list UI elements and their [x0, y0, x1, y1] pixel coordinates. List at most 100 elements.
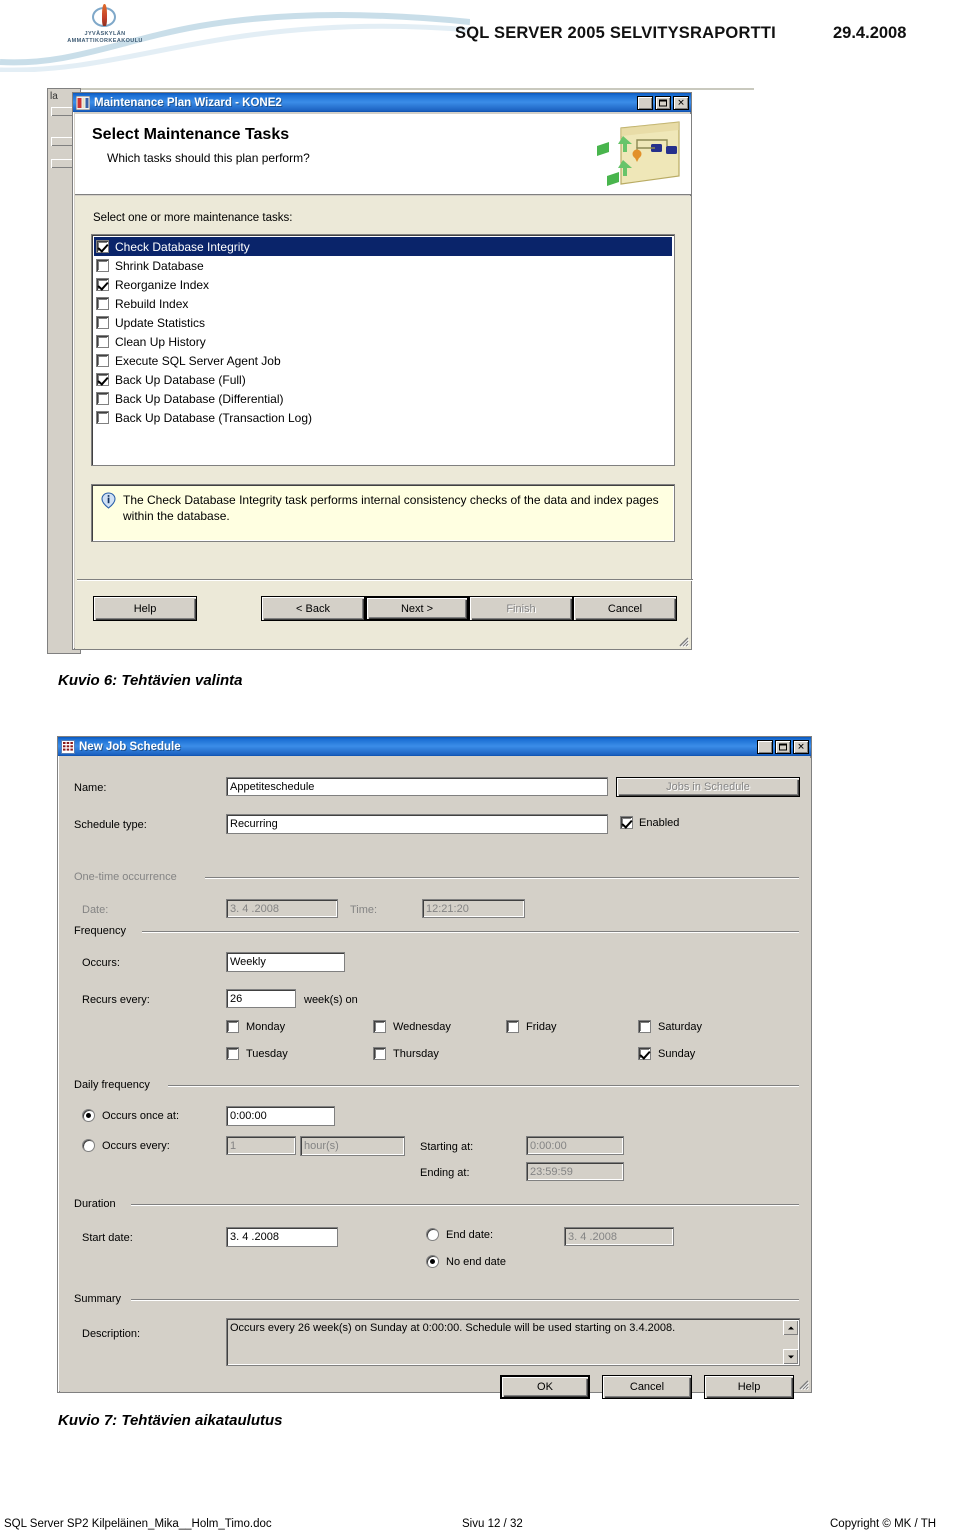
schedule-help-button[interactable]: Help: [704, 1375, 794, 1399]
wednesday-checkbox[interactable]: [373, 1020, 386, 1033]
schedule-app-icon: [61, 739, 75, 754]
schedule-type-label: Schedule type:: [74, 819, 147, 831]
occurs-once-label: Occurs once at:: [102, 1109, 180, 1122]
task-label: Back Up Database (Transaction Log): [115, 410, 312, 425]
start-date-label: Start date:: [82, 1232, 133, 1244]
description-scrollbar[interactable]: [783, 1320, 798, 1364]
resize-grip-icon[interactable]: [677, 635, 689, 647]
end-date-input: 3. 4 .2008: [564, 1227, 674, 1246]
enabled-checkbox[interactable]: [620, 816, 633, 829]
end-date-radio[interactable]: [426, 1228, 439, 1241]
minimize-icon[interactable]: _: [637, 95, 653, 111]
close-icon[interactable]: ✕: [673, 95, 689, 110]
task-label: Update Statistics: [115, 315, 206, 330]
schedule-cancel-button[interactable]: Cancel: [602, 1375, 692, 1399]
task-row[interactable]: Back Up Database (Differential): [94, 389, 672, 408]
task-row[interactable]: Clean Up History: [94, 332, 672, 351]
help-button[interactable]: Help: [93, 596, 197, 621]
task-row[interactable]: Rebuild Index: [94, 294, 672, 313]
enabled-checkbox-row[interactable]: Enabled: [620, 816, 679, 829]
task-row[interactable]: Back Up Database (Full): [94, 370, 672, 389]
cancel-button[interactable]: Cancel: [573, 596, 677, 621]
new-job-schedule-dialog[interactable]: New Job Schedule _ ✕ Name: Appetitesched…: [57, 736, 812, 1399]
day-checkbox-saturday[interactable]: Saturday: [638, 1020, 702, 1033]
next-button[interactable]: Next >: [365, 596, 469, 621]
ok-button[interactable]: OK: [500, 1375, 590, 1399]
thursday-checkbox[interactable]: [373, 1047, 386, 1060]
wizard-banner: Select Maintenance Tasks Which tasks sho…: [75, 114, 691, 195]
jobs-in-schedule-button: Jobs in Schedule: [616, 777, 800, 797]
maintenance-tasks-list[interactable]: Check Database Integrity Shrink Database…: [91, 234, 675, 466]
occurs-select[interactable]: Weekly: [226, 952, 345, 972]
logo-line-2: AMMATTIKORKEAKOULU: [67, 38, 143, 44]
no-end-date-label: No end date: [446, 1255, 506, 1268]
maintenance-plan-wizard-dialog[interactable]: Maintenance Plan Wizard - KONE2 _ ✕ Sele…: [72, 92, 693, 650]
wizard-app-icon: [75, 95, 91, 110]
task-checkbox[interactable]: [96, 335, 109, 348]
start-date-input[interactable]: 3. 4 .2008: [226, 1227, 338, 1247]
day-checkbox-tuesday[interactable]: Tuesday: [226, 1047, 288, 1060]
task-row[interactable]: Shrink Database: [94, 256, 672, 275]
task-checkbox[interactable]: [96, 373, 109, 386]
task-label: Clean Up History: [115, 334, 206, 349]
institution-logo: JYVÄSKYLÄN AMMATTIKORKEAKOULU: [40, 4, 170, 52]
schedule-title-bar[interactable]: New Job Schedule _ ✕: [58, 737, 811, 756]
occurs-once-radio-row[interactable]: Occurs once at:: [82, 1109, 179, 1122]
day-checkbox-monday[interactable]: Monday: [226, 1020, 285, 1033]
frequency-group-label: Frequency: [71, 925, 129, 937]
occurs-once-time-input[interactable]: 0:00:00: [226, 1106, 335, 1126]
summary-description-textarea[interactable]: Occurs every 26 week(s) on Sunday at 0:0…: [226, 1318, 800, 1366]
task-description-text: The Check Database Integrity task perfor…: [123, 493, 659, 523]
task-row[interactable]: Back Up Database (Transaction Log): [94, 408, 672, 427]
task-row[interactable]: Execute SQL Server Agent Job: [94, 351, 672, 370]
task-label: Check Database Integrity: [115, 239, 250, 254]
task-checkbox[interactable]: [96, 411, 109, 424]
monday-checkbox[interactable]: [226, 1020, 239, 1033]
recurs-every-input[interactable]: 26: [226, 989, 296, 1008]
task-row[interactable]: Update Statistics: [94, 313, 672, 332]
task-checkbox[interactable]: [96, 297, 109, 310]
no-end-date-radio-row[interactable]: No end date: [426, 1255, 506, 1268]
info-icon: [101, 492, 116, 509]
schedule-name-input[interactable]: Appetiteschedule: [226, 777, 608, 796]
sunday-checkbox[interactable]: [638, 1047, 651, 1060]
day-checkbox-thursday[interactable]: Thursday: [373, 1047, 439, 1060]
tuesday-checkbox[interactable]: [226, 1047, 239, 1060]
jamk-flame-icon: [92, 4, 118, 30]
document-date: 29.4.2008: [833, 24, 907, 42]
wizard-title-bar[interactable]: Maintenance Plan Wizard - KONE2 _ ✕: [73, 93, 691, 112]
monday-label: Monday: [246, 1020, 286, 1033]
saturday-checkbox[interactable]: [638, 1020, 651, 1033]
day-checkbox-sunday[interactable]: Sunday: [638, 1047, 695, 1060]
one-time-time-input: 12:21:20: [422, 899, 525, 918]
maximize-icon[interactable]: [775, 739, 791, 754]
task-row[interactable]: Reorganize Index: [94, 275, 672, 294]
daily-frequency-group-label: Daily frequency: [71, 1079, 153, 1091]
minimize-icon[interactable]: _: [757, 739, 773, 755]
ending-at-label: Ending at:: [420, 1167, 470, 1179]
one-time-date-input: 3. 4 .2008: [226, 899, 338, 918]
occurs-every-radio[interactable]: [82, 1139, 95, 1152]
logo-line-1: JYVÄSKYLÄN: [84, 31, 126, 37]
task-checkbox[interactable]: [96, 259, 109, 272]
occurs-once-radio[interactable]: [82, 1109, 95, 1122]
task-checkbox[interactable]: [96, 240, 109, 253]
end-date-radio-row[interactable]: End date:: [426, 1228, 493, 1241]
one-time-time-label: Time:: [350, 904, 378, 916]
maximize-icon[interactable]: [655, 95, 671, 110]
day-checkbox-wednesday[interactable]: Wednesday: [373, 1020, 451, 1033]
task-checkbox[interactable]: [96, 354, 109, 367]
task-row[interactable]: Check Database Integrity: [94, 237, 672, 256]
close-icon[interactable]: ✕: [793, 739, 809, 754]
occurs-every-radio-row[interactable]: Occurs every:: [82, 1139, 170, 1152]
friday-checkbox[interactable]: [506, 1020, 519, 1033]
no-end-date-radio[interactable]: [426, 1255, 439, 1268]
task-checkbox[interactable]: [96, 278, 109, 291]
task-checkbox[interactable]: [96, 392, 109, 405]
wizard-subheading: Which tasks should this plan perform?: [107, 151, 310, 165]
schedule-type-select[interactable]: Recurring: [226, 814, 608, 834]
day-checkbox-friday[interactable]: Friday: [506, 1020, 557, 1033]
resize-grip-icon[interactable]: [797, 1378, 809, 1390]
task-checkbox[interactable]: [96, 316, 109, 329]
back-button[interactable]: < Back: [261, 596, 365, 621]
